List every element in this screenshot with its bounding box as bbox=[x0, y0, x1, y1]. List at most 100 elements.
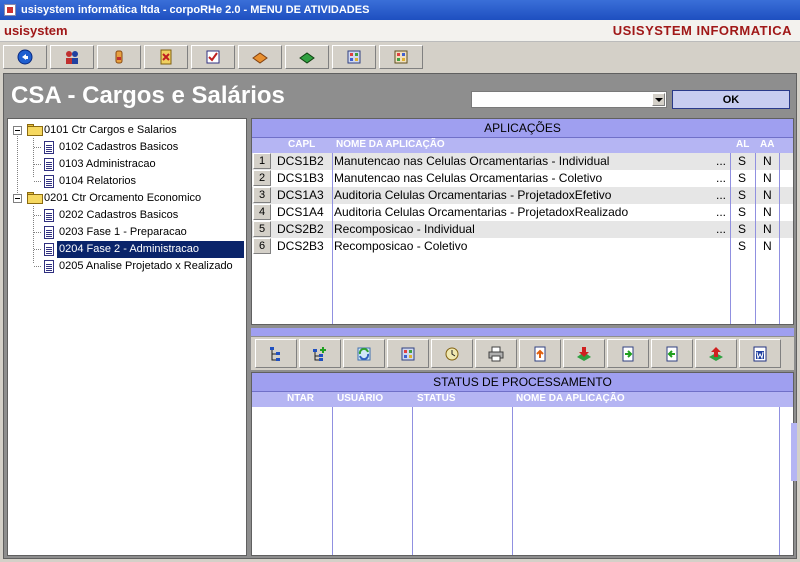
chevron-down-icon[interactable] bbox=[652, 93, 665, 106]
document-icon bbox=[44, 226, 54, 239]
tree-item-0103[interactable]: 0103 Administracao bbox=[8, 156, 246, 173]
calculator-button-2[interactable] bbox=[387, 339, 429, 368]
tree-add-button[interactable] bbox=[299, 339, 341, 368]
col-capl: CAPL bbox=[288, 139, 316, 150]
tree-item-0104[interactable]: 0104 Relatorios bbox=[8, 173, 246, 190]
scrollbar[interactable] bbox=[791, 423, 797, 481]
tree-item-0201[interactable]: 0201 Ctr Orcamento Economico bbox=[8, 190, 246, 207]
cell-capl: DCS1A4 bbox=[277, 205, 324, 219]
calculator-button[interactable] bbox=[332, 44, 376, 69]
cell-al: S bbox=[738, 171, 747, 185]
collapse-icon[interactable] bbox=[13, 194, 22, 203]
tree-item-label: 0101 Ctr Cargos e Salarios bbox=[44, 124, 177, 136]
print-button[interactable] bbox=[475, 339, 517, 368]
red-arrow-down-button[interactable] bbox=[563, 339, 605, 368]
document-icon bbox=[44, 158, 54, 171]
cell-ellipsis[interactable]: ... bbox=[716, 154, 726, 168]
table-row[interactable]: 5 DCS2B2 Recomposicao - Individual ... S… bbox=[252, 221, 793, 238]
module-select[interactable] bbox=[471, 91, 667, 108]
table-row[interactable]: 2 DCS1B3 Manutencao nas Celulas Orcament… bbox=[252, 170, 793, 187]
document-up-button[interactable] bbox=[519, 339, 561, 368]
row-number[interactable]: 5 bbox=[253, 221, 271, 237]
word-icon bbox=[753, 346, 767, 361]
tree-item-0204[interactable]: 0204 Fase 2 - Administracao bbox=[8, 241, 246, 258]
tree-item-0202[interactable]: 0202 Cadastros Basicos bbox=[8, 207, 246, 224]
cell-capl: DCS1B3 bbox=[277, 171, 324, 185]
cell-capl: DCS2B2 bbox=[277, 222, 324, 236]
users-icon bbox=[66, 50, 78, 64]
main-toolbar bbox=[0, 43, 800, 70]
red-arrow-up-button[interactable] bbox=[695, 339, 737, 368]
tree-item-0101[interactable]: 0101 Ctr Cargos e Salarios bbox=[8, 122, 246, 139]
cell-ellipsis[interactable]: ... bbox=[716, 188, 726, 202]
document-in-button[interactable] bbox=[607, 339, 649, 368]
cell-ellipsis[interactable]: ... bbox=[716, 205, 726, 219]
column-divider bbox=[512, 407, 513, 555]
hand-button[interactable] bbox=[97, 44, 141, 69]
tree-view-button[interactable] bbox=[255, 339, 297, 368]
row-number[interactable]: 2 bbox=[253, 170, 271, 186]
column-divider bbox=[779, 153, 780, 324]
tree-item-label: 0202 Cadastros Basicos bbox=[59, 209, 179, 221]
tree-item-0203[interactable]: 0203 Fase 1 - Preparacao bbox=[8, 224, 246, 241]
table-row[interactable]: 3 DCS1A3 Auditoria Celulas Orcamentarias… bbox=[252, 187, 793, 204]
green-book-button[interactable] bbox=[285, 44, 329, 69]
brand-right: USISYSTEM INFORMATICA bbox=[612, 23, 792, 38]
cell-al: S bbox=[738, 154, 747, 168]
window-title: usisystem informática ltda - corpoRHe 2.… bbox=[21, 4, 370, 16]
back-button[interactable] bbox=[3, 44, 47, 69]
tree-item-label: 0104 Relatorios bbox=[59, 175, 137, 187]
red-arrow-down-icon bbox=[577, 346, 591, 361]
cell-nome: Manutencao nas Celulas Orcamentarias - I… bbox=[334, 154, 610, 168]
exit-button[interactable] bbox=[144, 44, 188, 69]
folder-icon bbox=[27, 192, 43, 204]
document-icon bbox=[44, 243, 54, 256]
col-usuario: USUÁRIO bbox=[337, 393, 384, 404]
book-button[interactable] bbox=[238, 44, 282, 69]
cell-capl: DCS2B3 bbox=[277, 239, 324, 253]
row-number[interactable]: 4 bbox=[253, 204, 271, 220]
col-aa: AA bbox=[760, 139, 775, 150]
document-icon bbox=[44, 260, 54, 273]
collapse-icon[interactable] bbox=[13, 126, 22, 135]
cell-al: S bbox=[738, 239, 747, 253]
table-row[interactable]: 1 DCS1B2 Manutencao nas Celulas Orcament… bbox=[252, 153, 793, 170]
row-number[interactable]: 1 bbox=[253, 153, 271, 169]
processing-status-table: STATUS DE PROCESSAMENTO NTAR USUÁRIO STA… bbox=[251, 372, 794, 556]
cell-al: S bbox=[738, 222, 747, 236]
refresh-button[interactable] bbox=[343, 339, 385, 368]
cell-ellipsis[interactable]: ... bbox=[716, 222, 726, 236]
document-up-icon bbox=[534, 346, 546, 361]
document-icon bbox=[44, 175, 54, 188]
table-row[interactable]: 6 DCS2B3 Recomposicao - Coletivo S N bbox=[252, 238, 793, 255]
cell-al: S bbox=[738, 188, 747, 202]
hand-icon bbox=[115, 50, 123, 63]
tree-item-label: 0204 Fase 2 - Administracao bbox=[57, 241, 244, 258]
cell-aa: N bbox=[763, 188, 772, 202]
cell-ellipsis[interactable]: ... bbox=[716, 171, 726, 185]
ok-button[interactable]: OK bbox=[672, 90, 790, 109]
calculator-alt-button[interactable] bbox=[379, 44, 423, 69]
book-icon bbox=[252, 51, 268, 64]
status-title: STATUS DE PROCESSAMENTO bbox=[252, 373, 793, 392]
document-out-button[interactable] bbox=[651, 339, 693, 368]
page-title: CSA - Cargos e Salários bbox=[11, 82, 285, 109]
applications-table: APLICAÇÕES CAPL NOME DA APLICAÇÃO AL AA … bbox=[251, 118, 794, 325]
schedule-button[interactable] bbox=[431, 339, 473, 368]
folder-icon bbox=[27, 124, 43, 136]
tree-item-0205[interactable]: 0205 Analise Projetado x Realizado bbox=[8, 258, 246, 275]
activity-tree: 0101 Ctr Cargos e Salarios 0102 Cadastro… bbox=[7, 118, 247, 556]
checklist-button[interactable] bbox=[191, 44, 235, 69]
column-divider bbox=[755, 153, 756, 324]
row-number[interactable]: 6 bbox=[253, 238, 271, 254]
row-number[interactable]: 3 bbox=[253, 187, 271, 203]
cell-capl: DCS1B2 bbox=[277, 154, 324, 168]
word-button[interactable] bbox=[739, 339, 781, 368]
status-header: NTAR USUÁRIO STATUS NOME DA APLICAÇÃO bbox=[252, 392, 793, 407]
users-button[interactable] bbox=[50, 44, 94, 69]
title-bar: usisystem informática ltda - corpoRHe 2.… bbox=[0, 0, 800, 20]
calculator-icon bbox=[347, 50, 361, 63]
document-icon bbox=[44, 141, 54, 154]
table-row[interactable]: 4 DCS1A4 Auditoria Celulas Orcamentarias… bbox=[252, 204, 793, 221]
tree-item-0102[interactable]: 0102 Cadastros Basicos bbox=[8, 139, 246, 156]
